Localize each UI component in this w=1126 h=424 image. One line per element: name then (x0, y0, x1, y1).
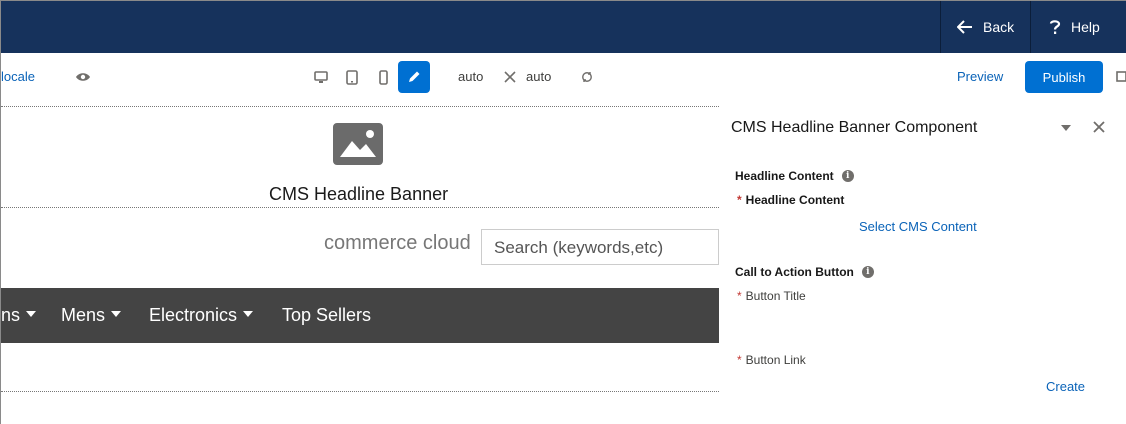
chevron-down-icon (111, 311, 122, 317)
divider (1, 207, 719, 208)
divider (1, 106, 719, 107)
create-link[interactable]: Create (1046, 379, 1085, 394)
close-icon (500, 67, 520, 87)
chevron-down-icon (26, 311, 37, 317)
nav-item-label: Top Sellers (282, 305, 372, 325)
pencil-icon[interactable] (398, 61, 430, 93)
nav-item-womens[interactable]: ns (1, 305, 37, 326)
nav-item-mens[interactable]: Mens (61, 305, 122, 326)
headline-section-heading: Headline Content i (735, 169, 854, 183)
height-value[interactable]: auto (526, 69, 551, 84)
close-icon[interactable] (1092, 120, 1106, 134)
nav-item-electronics[interactable]: Electronics (149, 305, 254, 326)
property-panel: CMS Headline Banner Component Headline C… (719, 101, 1126, 424)
mobile-view-icon[interactable] (373, 67, 393, 87)
section-heading-text: Call to Action Button (735, 265, 854, 279)
search-input[interactable]: Search (keywords,etc) (481, 229, 719, 265)
publish-button[interactable]: Publish (1025, 61, 1103, 93)
rotate-icon[interactable] (577, 67, 597, 87)
info-icon[interactable]: i (861, 266, 874, 278)
width-value[interactable]: auto (458, 69, 483, 84)
button-title-label: * Button Title (737, 289, 806, 303)
button-link-label: * Button Link (737, 353, 806, 367)
category-nav: ns Mens Electronics Top Sellers (1, 288, 719, 343)
chevron-down-icon (243, 311, 254, 317)
nav-item-label: Electronics (149, 305, 238, 325)
locale-link[interactable]: locale (1, 69, 35, 84)
builder-toolbar: locale auto auto Preview Publish (1, 53, 1126, 101)
question-icon (1049, 20, 1061, 34)
headline-content-label: * Headline Content (737, 193, 844, 207)
app-header: Back Help (1, 1, 1126, 53)
required-marker: * (737, 289, 742, 303)
help-button[interactable]: Help (1030, 1, 1126, 53)
required-marker: * (737, 193, 742, 207)
page-canvas: CMS Headline Banner commerce cloud Searc… (1, 101, 719, 424)
info-icon[interactable]: i (841, 170, 854, 182)
back-button[interactable]: Back (940, 1, 1030, 53)
required-marker: * (737, 353, 742, 367)
section-heading-text: Headline Content (735, 169, 834, 183)
select-cms-content-link[interactable]: Select CMS Content (859, 219, 977, 234)
back-label: Back (983, 19, 1015, 35)
field-label-text: Button Link (745, 353, 806, 367)
panel-title: CMS Headline Banner Component (731, 119, 978, 136)
chevron-down-icon[interactable] (1061, 125, 1071, 131)
cta-section-heading: Call to Action Button i (735, 265, 874, 279)
eye-icon[interactable] (73, 67, 93, 87)
banner-title-text: CMS Headline Banner (269, 184, 449, 204)
brand-logo-text: commerce cloud (324, 232, 471, 254)
preview-link[interactable]: Preview (957, 69, 1003, 84)
desktop-view-icon[interactable] (311, 67, 331, 87)
nav-item-label: ns (1, 305, 21, 325)
panel-toggle-icon[interactable] (1115, 69, 1126, 85)
nav-item-top-sellers[interactable]: Top Sellers (282, 305, 371, 326)
tablet-view-icon[interactable] (342, 67, 362, 87)
divider (1, 391, 719, 392)
help-label: Help (1071, 19, 1100, 35)
image-placeholder-icon (333, 123, 383, 165)
nav-item-label: Mens (61, 305, 106, 325)
field-label-text: Headline Content (745, 193, 845, 207)
field-label-text: Button Title (745, 289, 806, 303)
arrow-left-icon (957, 20, 972, 34)
